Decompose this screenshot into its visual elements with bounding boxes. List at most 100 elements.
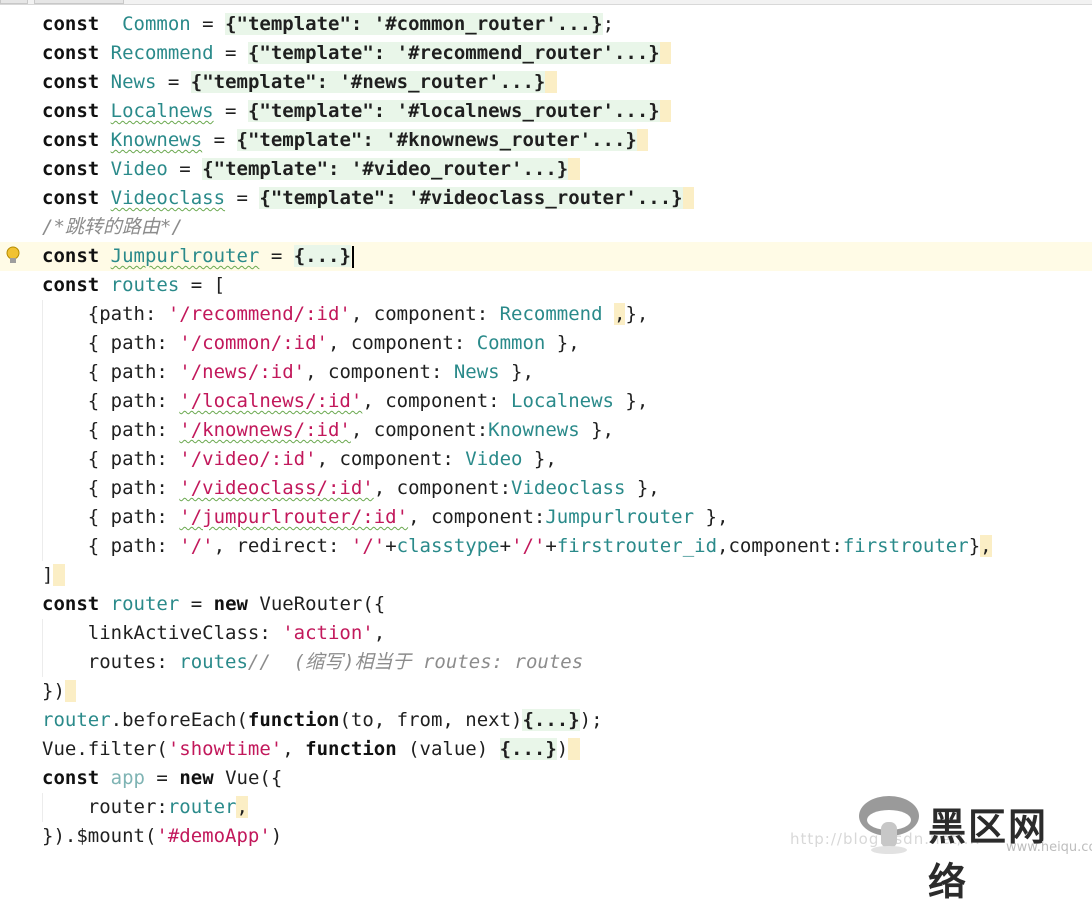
code-token — [545, 71, 557, 93]
code-line[interactable]: const Recommend = {"template": '#recomme… — [0, 39, 1092, 68]
code-token — [659, 100, 672, 122]
code-text[interactable]: const Recommend = {"template": '#recomme… — [42, 39, 672, 68]
code-token: {"template": '#news_router'...} — [190, 71, 546, 93]
code-line[interactable]: const Localnews = {"template": '#localne… — [0, 97, 1092, 126]
code-line[interactable]: ] — [0, 561, 1092, 590]
code-text[interactable]: const app = new Vue({ — [42, 764, 282, 793]
code-token: }, — [499, 361, 534, 383]
code-line[interactable]: const News = {"template": '#news_router'… — [0, 68, 1092, 97]
code-token: Videoclass — [110, 187, 226, 209]
editor-tab[interactable] — [0, 0, 28, 4]
code-line[interactable]: const Jumpurlrouter = {...} — [0, 242, 1092, 271]
code-text[interactable]: { path: '/common/:id', component: Common… — [42, 329, 580, 358]
code-text[interactable]: const Localnews = {"template": '#localne… — [42, 97, 672, 126]
code-token: = — [213, 100, 248, 122]
code-line[interactable]: { path: '/videoclass/:id', component:Vid… — [0, 474, 1092, 503]
lightbulb-icon[interactable] — [5, 245, 21, 267]
code-text[interactable]: { path: '/jumpurlrouter/:id', component:… — [42, 503, 729, 532]
code-text[interactable]: }).$mount('#demoApp') — [42, 822, 282, 851]
text-caret — [351, 245, 354, 268]
code-line[interactable]: const Videoclass = {"template": '#videoc… — [0, 184, 1092, 213]
code-line[interactable]: /*跳转的路由*/ — [0, 213, 1092, 242]
code-line[interactable]: const router = new VueRouter({ — [0, 590, 1092, 619]
code-token: function — [305, 738, 397, 760]
code-token: }, — [545, 332, 580, 354]
code-text[interactable]: const Knownews = {"template": '#knownews… — [42, 126, 649, 155]
code-text[interactable]: const router = new VueRouter({ — [42, 590, 385, 619]
code-text[interactable]: /*跳转的路由*/ — [42, 213, 183, 242]
code-line[interactable]: { path: '/localnews/:id', component: Loc… — [0, 387, 1092, 416]
code-text[interactable]: Vue.filter('showtime', function (value) … — [42, 735, 580, 764]
code-line[interactable]: const Common = {"template": '#common_rou… — [0, 10, 1092, 39]
code-text[interactable]: { path: '/', redirect: '/'+classtype+'/'… — [42, 532, 992, 561]
code-line[interactable]: }) — [0, 677, 1092, 706]
code-text[interactable]: const Videoclass = {"template": '#videoc… — [42, 184, 695, 213]
editor-tab-strip — [0, 0, 1092, 5]
code-text[interactable]: router.beforeEach(function(to, from, nex… — [42, 706, 603, 735]
code-token: routes: — [42, 651, 180, 673]
code-line[interactable]: { path: '/jumpurlrouter/:id', component:… — [0, 503, 1092, 532]
code-token: app — [110, 767, 145, 789]
code-text[interactable]: const News = {"template": '#news_router'… — [42, 68, 557, 97]
code-line[interactable]: { path: '/news/:id', component: News }, — [0, 358, 1092, 387]
code-token: ) — [556, 738, 569, 760]
code-text[interactable]: routes: routes// (缩写)相当于 routes: routes — [42, 648, 583, 677]
code-line[interactable]: const routes = [ — [0, 271, 1092, 300]
code-text[interactable]: ] — [42, 561, 65, 590]
code-token: '/' — [179, 535, 214, 557]
code-text[interactable]: router:router, — [42, 793, 248, 822]
code-token: }, — [625, 477, 660, 499]
code-line[interactable]: const app = new Vue({ — [0, 764, 1092, 793]
code-text[interactable]: { path: '/videoclass/:id', component:Vid… — [42, 474, 660, 503]
code-token: = — [213, 42, 248, 64]
code-token: '/common/:id' — [179, 332, 328, 354]
code-text[interactable]: const Common = {"template": '#common_rou… — [42, 10, 614, 39]
code-line[interactable]: { path: '/knownews/:id', component:Known… — [0, 416, 1092, 445]
code-text[interactable]: const Jumpurlrouter = {...} — [42, 242, 354, 271]
code-text[interactable]: const routes = [ — [42, 271, 225, 300]
code-line[interactable]: { path: '/', redirect: '/'+classtype+'/'… — [0, 532, 1092, 561]
code-line[interactable]: const Video = {"template": '#video_route… — [0, 155, 1092, 184]
code-token: = — [167, 158, 203, 180]
code-text[interactable]: }) — [42, 677, 77, 706]
code-token: const — [42, 129, 100, 151]
code-token: News — [110, 71, 157, 93]
editor-tab[interactable] — [34, 0, 124, 4]
code-text[interactable]: { path: '/video/:id', component: Video }… — [42, 445, 557, 474]
code-token: routes — [110, 274, 180, 296]
code-token: {...} — [293, 245, 351, 267]
code-text[interactable]: linkActiveClass: 'action', — [42, 619, 385, 648]
code-line[interactable]: {path: '/recommend/:id', component: Reco… — [0, 300, 1092, 329]
code-line[interactable]: { path: '/video/:id', component: Video }… — [0, 445, 1092, 474]
code-token: Common — [122, 13, 191, 35]
code-line[interactable]: routes: routes// (缩写)相当于 routes: routes — [0, 648, 1092, 677]
code-line[interactable]: const Knownews = {"template": '#knownews… — [0, 126, 1092, 155]
code-line[interactable]: router.beforeEach(function(to, from, nex… — [0, 706, 1092, 735]
code-token: {"template": '#localnews_router'...} — [247, 100, 660, 122]
watermark-logo-subtext: www.heiqu.com — [1006, 840, 1092, 855]
code-text[interactable]: { path: '/knownews/:id', component:Known… — [42, 416, 614, 445]
code-token: = — [190, 13, 226, 35]
code-token: , — [236, 796, 248, 818]
code-line[interactable]: Vue.filter('showtime', function (value) … — [0, 735, 1092, 764]
code-token: {path: — [42, 303, 168, 325]
code-text[interactable]: const Video = {"template": '#video_route… — [42, 155, 580, 184]
code-token: function — [247, 709, 340, 731]
code-text[interactable]: { path: '/localnews/:id', component: Loc… — [42, 387, 649, 416]
code-line[interactable]: { path: '/common/:id', component: Common… — [0, 329, 1092, 358]
code-text[interactable]: { path: '/news/:id', component: News }, — [42, 358, 534, 387]
code-token: Knownews — [110, 129, 203, 151]
code-token: = — [156, 71, 191, 93]
code-text[interactable]: {path: '/recommend/:id', component: Reco… — [42, 300, 648, 329]
code-token: }) — [42, 680, 65, 702]
code-token: 'action' — [282, 622, 374, 644]
code-line[interactable]: linkActiveClass: 'action', — [0, 619, 1092, 648]
code-token: const — [42, 71, 100, 93]
code-token: new — [179, 767, 214, 789]
